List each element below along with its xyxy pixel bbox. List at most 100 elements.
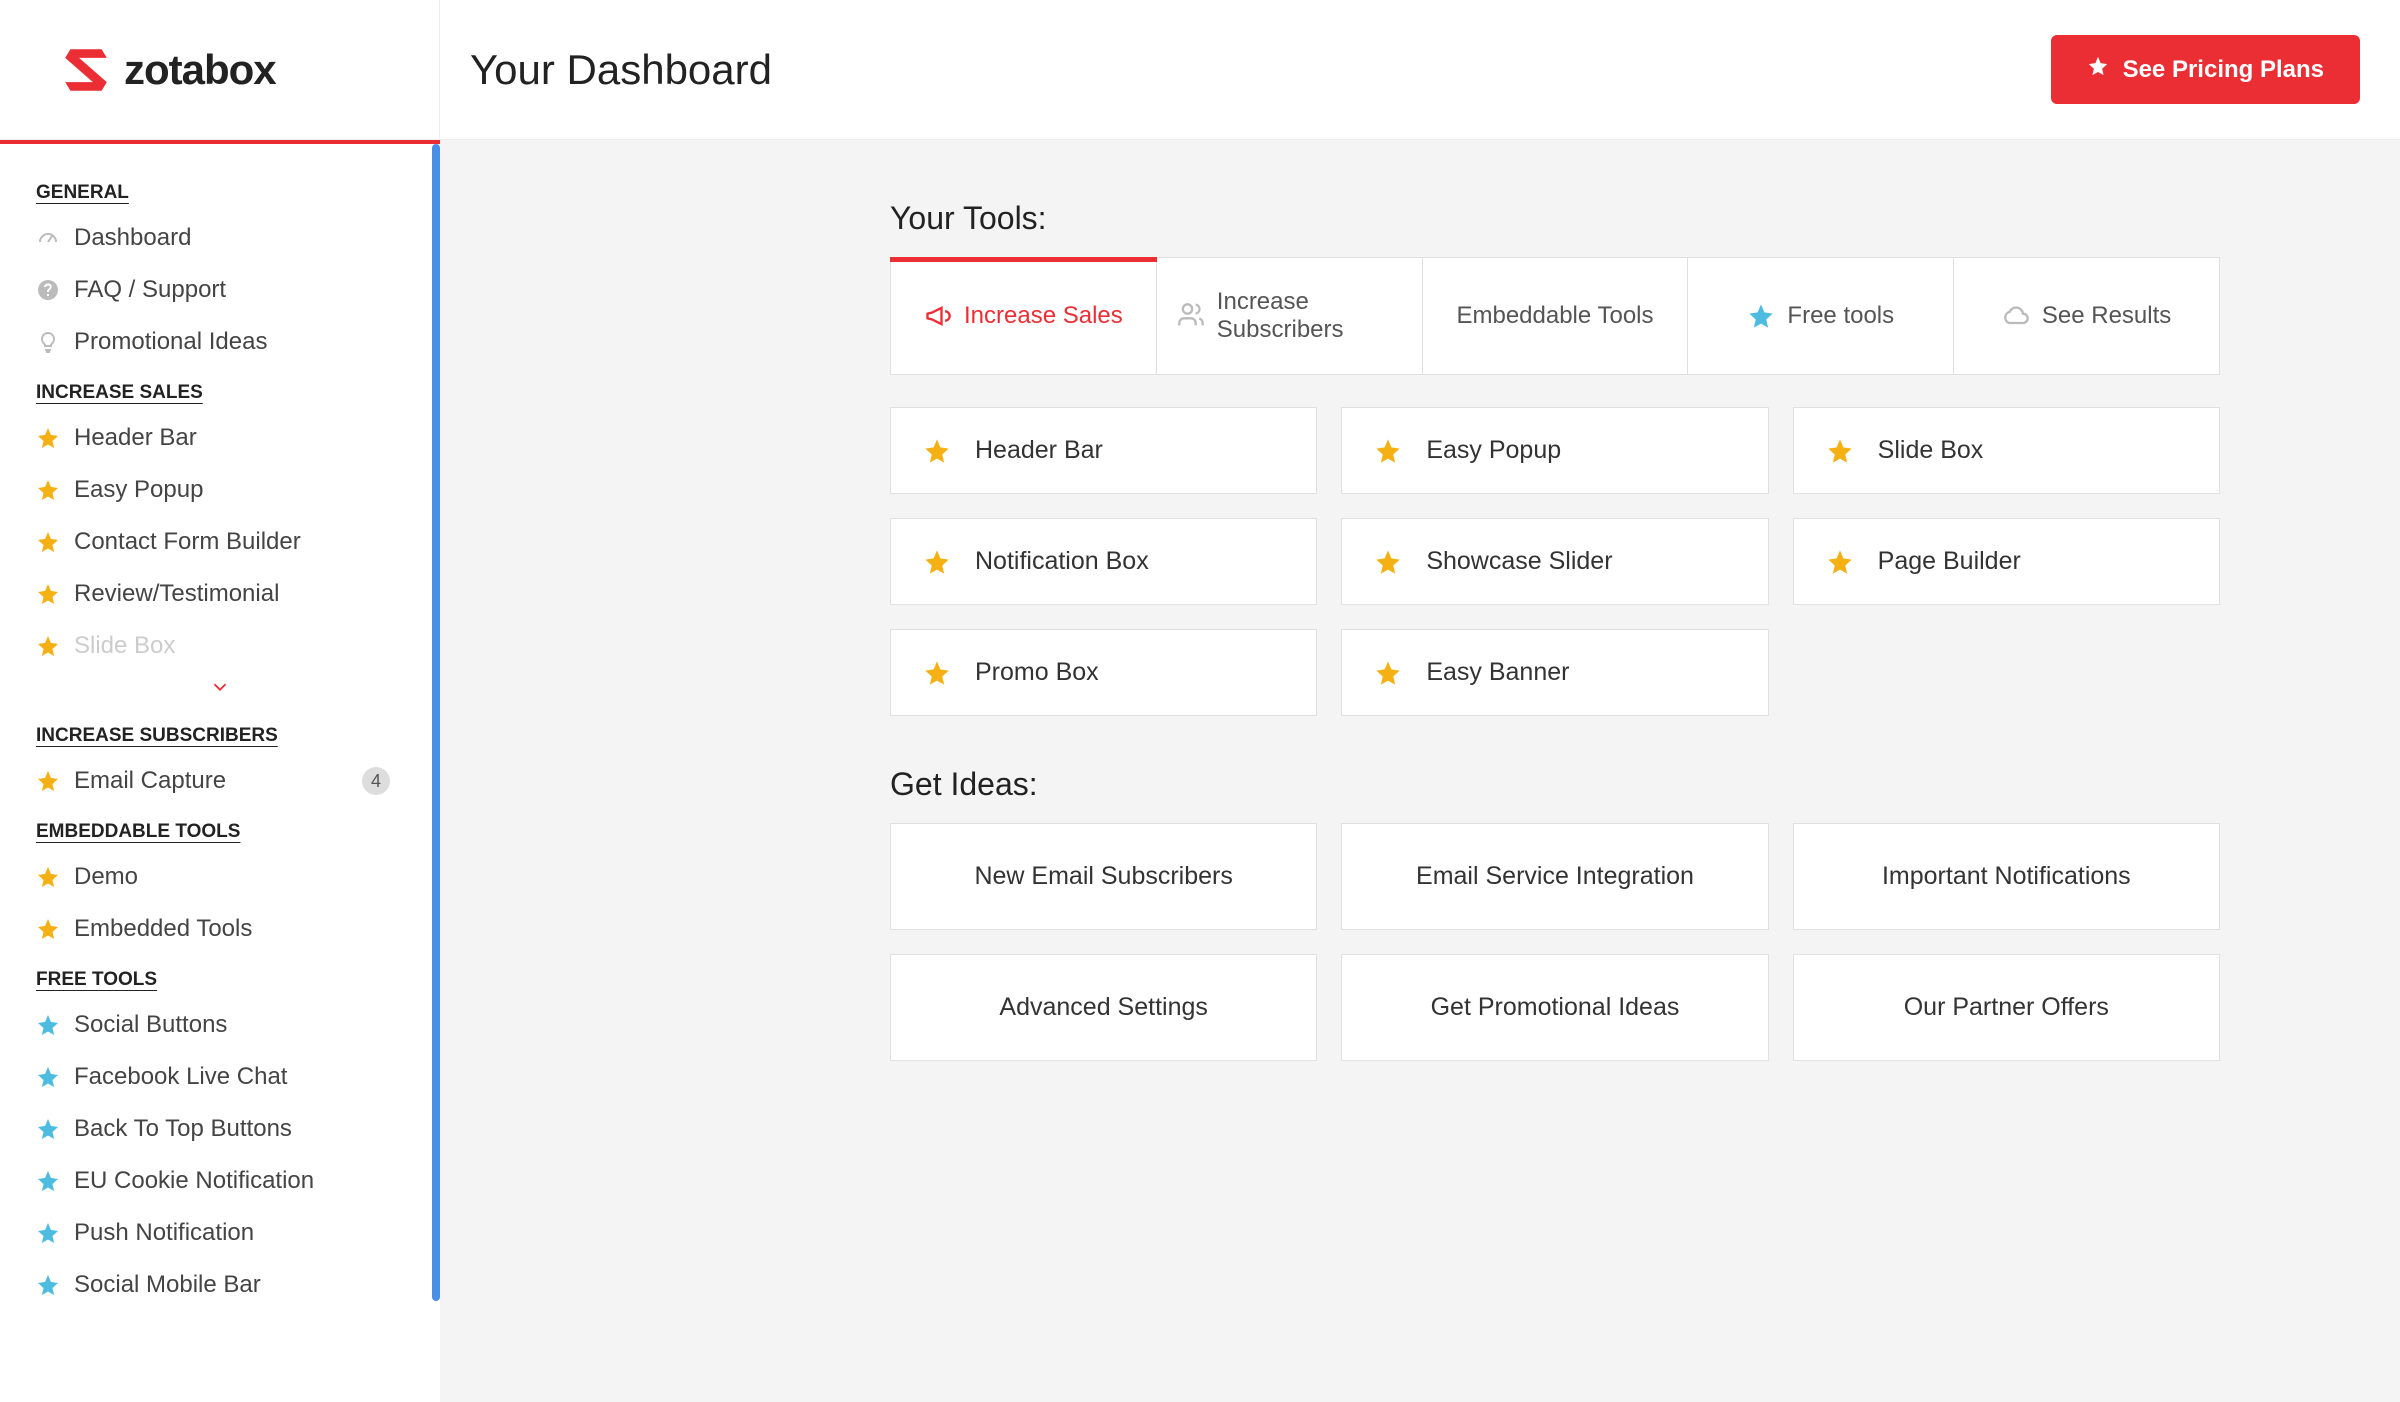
megaphone-icon (924, 302, 952, 330)
tab-see-results[interactable]: See Results (1954, 258, 2219, 374)
star-icon (1374, 548, 1402, 576)
card-label: Notification Box (975, 547, 1149, 576)
card-label: Get Promotional Ideas (1431, 993, 1680, 1022)
sidebar-item-header-bar[interactable]: Header Bar (0, 412, 440, 464)
tabs: Increase Sales Increase Subscribers Embedd… (890, 257, 2220, 375)
star-gold-icon (36, 769, 60, 793)
idea-card-get-promotional-ideas[interactable]: Get Promotional Ideas (1341, 954, 1768, 1061)
idea-card-important-notifications[interactable]: Important Notifications (1793, 823, 2220, 930)
section-title: GENERAL (0, 168, 440, 212)
question-icon (36, 278, 60, 302)
idea-card-email-service-integration[interactable]: Email Service Integration (1341, 823, 1768, 930)
sidebar-item-easy-popup[interactable]: Easy Popup (0, 464, 440, 516)
sidebar-item-slide-box[interactable]: Slide Box (0, 620, 440, 672)
star-gold-icon (36, 582, 60, 606)
star-blue-icon (36, 1169, 60, 1193)
star-gold-icon (36, 426, 60, 450)
tab-label: Embeddable Tools (1456, 302, 1653, 330)
nav-label: Review/Testimonial (74, 580, 279, 608)
tab-embeddable-tools[interactable]: Embeddable Tools (1423, 258, 1689, 374)
star-gold-icon (36, 917, 60, 941)
nav-label: FAQ / Support (74, 276, 226, 304)
card-label: Email Service Integration (1416, 862, 1694, 891)
tab-increase-sales[interactable]: Increase Sales (891, 258, 1157, 374)
idea-cards: New Email Subscribers Email Service Integ… (890, 823, 2220, 1061)
section-title: EMBEDDABLE TOOLS (0, 807, 440, 851)
sidebar-item-eu-cookie-notification[interactable]: EU Cookie Notification (0, 1155, 440, 1207)
gauge-icon (36, 226, 60, 250)
cloud-icon (2002, 302, 2030, 330)
expand-chevron[interactable] (0, 672, 440, 711)
sidebar-item-dashboard[interactable]: Dashboard (0, 212, 440, 264)
nav-label: Push Notification (74, 1219, 254, 1247)
header: zotabox Your Dashboard See Pricing Plans (0, 0, 2400, 140)
nav-label: Social Mobile Bar (74, 1271, 261, 1299)
sidebar-item-faq-support[interactable]: FAQ / Support (0, 264, 440, 316)
logo-area: zotabox (0, 0, 440, 139)
sidebar-item-review-testimonial[interactable]: Review/Testimonial (0, 568, 440, 620)
see-pricing-button[interactable]: See Pricing Plans (2051, 35, 2360, 104)
tab-label: Increase Sales (964, 302, 1123, 330)
sidebar-item-back-to-top-buttons[interactable]: Back To Top Buttons (0, 1103, 440, 1155)
card-label: Promo Box (975, 658, 1099, 687)
sidebar-item-social-buttons[interactable]: Social Buttons (0, 999, 440, 1051)
star-icon (923, 659, 951, 687)
tool-card-easy-popup[interactable]: Easy Popup (1341, 407, 1768, 494)
nav-label: Easy Popup (74, 476, 203, 504)
sidebar-item-push-notification[interactable]: Push Notification (0, 1207, 440, 1259)
star-gold-icon (36, 530, 60, 554)
tool-card-notification-box[interactable]: Notification Box (890, 518, 1317, 605)
tools-heading: Your Tools: (890, 200, 2220, 237)
star-gold-icon (36, 478, 60, 502)
star-icon (1374, 437, 1402, 465)
card-label: Page Builder (1878, 547, 2021, 576)
badge: 4 (362, 767, 390, 795)
main-content: Your Tools: Increase Sales Increase Subsc… (440, 140, 2400, 1402)
card-label: Advanced Settings (999, 993, 1207, 1022)
card-label: Showcase Slider (1426, 547, 1612, 576)
star-gold-icon (36, 634, 60, 658)
tab-increase-subscribers[interactable]: Increase Subscribers (1157, 258, 1423, 374)
header-main: Your Dashboard See Pricing Plans (440, 35, 2400, 104)
tab-free-tools[interactable]: Free tools (1688, 258, 1954, 374)
section-title: FREE TOOLS (0, 955, 440, 999)
users-icon (1177, 302, 1205, 330)
star-icon (1826, 548, 1854, 576)
tab-label: See Results (2042, 302, 2171, 330)
tab-label: Increase Subscribers (1217, 288, 1402, 344)
nav-label: Email Capture (74, 767, 226, 795)
sidebar-item-promotional-ideas[interactable]: Promotional Ideas (0, 316, 440, 368)
idea-card-advanced-settings[interactable]: Advanced Settings (890, 954, 1317, 1061)
sidebar-item-email-capture[interactable]: Email Capture 4 (0, 755, 440, 807)
idea-card-new-email-subscribers[interactable]: New Email Subscribers (890, 823, 1317, 930)
star-icon (2087, 55, 2109, 84)
tool-card-page-builder[interactable]: Page Builder (1793, 518, 2220, 605)
tool-card-easy-banner[interactable]: Easy Banner (1341, 629, 1768, 716)
tool-cards: Header Bar Easy Popup Slide Box Notificatio… (890, 407, 2220, 716)
nav-label: Header Bar (74, 424, 197, 452)
logo[interactable]: zotabox (60, 44, 276, 96)
sidebar-item-facebook-live-chat[interactable]: Facebook Live Chat (0, 1051, 440, 1103)
nav-label: Demo (74, 863, 138, 891)
sidebar-item-contact-form-builder[interactable]: Contact Form Builder (0, 516, 440, 568)
tool-card-header-bar[interactable]: Header Bar (890, 407, 1317, 494)
logo-icon (60, 44, 112, 96)
page-title: Your Dashboard (470, 46, 772, 94)
card-label: Header Bar (975, 436, 1103, 465)
tool-card-promo-box[interactable]: Promo Box (890, 629, 1317, 716)
nav-label: Promotional Ideas (74, 328, 267, 356)
nav-label: Social Buttons (74, 1011, 227, 1039)
sidebar-item-demo[interactable]: Demo (0, 851, 440, 903)
star-blue-icon (36, 1273, 60, 1297)
nav-label: Facebook Live Chat (74, 1063, 287, 1091)
sidebar: GENERALDashboard FAQ / Support Promotional… (0, 140, 440, 1402)
tool-card-showcase-slider[interactable]: Showcase Slider (1341, 518, 1768, 605)
card-label: Easy Popup (1426, 436, 1561, 465)
section-title: INCREASE SUBSCRIBERS (0, 711, 440, 755)
sidebar-item-social-mobile-bar[interactable]: Social Mobile Bar (0, 1259, 440, 1311)
tab-label: Free tools (1787, 302, 1894, 330)
sidebar-item-embedded-tools[interactable]: Embedded Tools (0, 903, 440, 955)
tool-card-slide-box[interactable]: Slide Box (1793, 407, 2220, 494)
idea-card-our-partner-offers[interactable]: Our Partner Offers (1793, 954, 2220, 1061)
star-icon (923, 437, 951, 465)
